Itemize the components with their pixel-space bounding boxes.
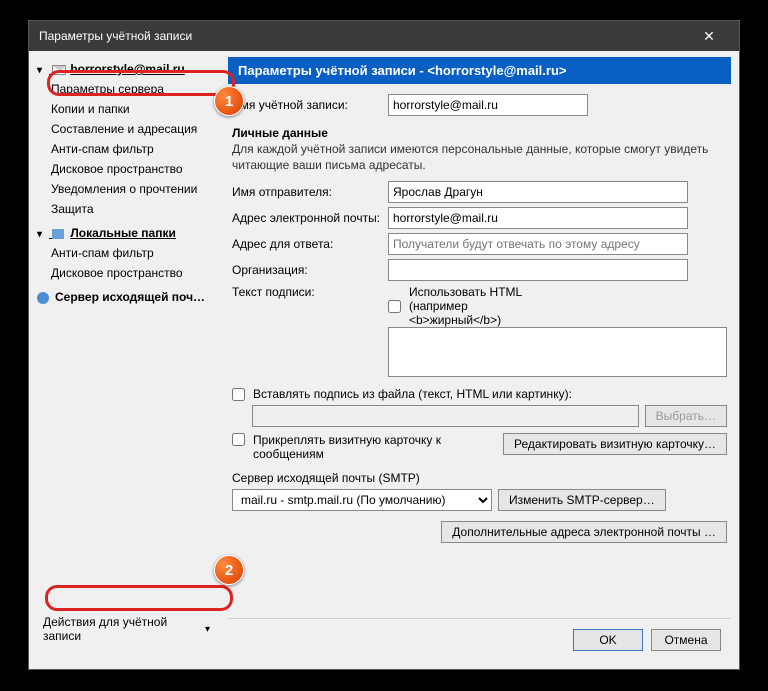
account-actions-button[interactable]: Действия для учётной записи ▾ (39, 613, 214, 645)
mail-icon (52, 65, 66, 75)
sidebar-account-label: horrorstyle@mail.ru (70, 62, 184, 76)
content-header: Параметры учётной записи - <horrorstyle@… (228, 57, 731, 84)
account-settings-window: Параметры учётной записи ✕ horrorstyle@m… (28, 20, 740, 670)
edit-vcard-button[interactable]: Редактировать визитную карточку… (503, 433, 727, 455)
sender-label: Имя отправителя: (232, 185, 382, 199)
dialog-footer: OK Отмена (228, 618, 731, 661)
file-sig-label: Вставлять подпись из файла (текст, HTML … (253, 387, 572, 401)
sidebar-smtp-label: Сервер исходящей поч… (55, 290, 205, 304)
sidebar-item-server[interactable]: Параметры сервера (33, 79, 220, 99)
smtp-select[interactable]: mail.ru - smtp.mail.ru (По умолчанию) (232, 489, 492, 511)
smtp-section-label: Сервер исходящей почты (SMTP) (232, 471, 727, 485)
email-input[interactable] (388, 207, 688, 229)
reply-label: Адрес для ответа: (232, 237, 382, 251)
personal-desc: Для каждой учётной записи имеются персон… (232, 142, 727, 173)
window-title: Параметры учётной записи (39, 29, 689, 43)
org-input[interactable] (388, 259, 688, 281)
vcard-label: Прикреплять визитную карточку к сообщени… (253, 433, 453, 461)
html-checkbox-row[interactable]: Использовать HTML (например <b>жирный</b… (388, 285, 538, 327)
sender-input[interactable] (388, 181, 688, 203)
email-label: Адрес электронной почты: (232, 211, 382, 225)
sidebar-local-disk[interactable]: Дисковое пространство (33, 263, 220, 283)
sidebar-local-folders[interactable]: Локальные папки (33, 223, 220, 243)
extra-emails-button[interactable]: Дополнительные адреса электронной почты … (441, 521, 727, 543)
file-sig-row[interactable]: Вставлять подпись из файла (текст, HTML … (232, 387, 727, 401)
content-pane: Параметры учётной записи - <horrorstyle@… (224, 51, 739, 669)
reply-input[interactable] (388, 233, 688, 255)
sidebar-item-disk[interactable]: Дисковое пространство (33, 159, 220, 179)
sidebar-account-root[interactable]: horrorstyle@mail.ru (33, 59, 220, 79)
cancel-button[interactable]: Отмена (651, 629, 721, 651)
close-button[interactable]: ✕ (689, 21, 729, 51)
edit-smtp-button[interactable]: Изменить SMTP-сервер… (498, 489, 666, 511)
header-prefix: Параметры учётной записи - (238, 63, 427, 78)
chevron-down-icon: ▾ (205, 624, 210, 635)
personal-heading: Личные данные (232, 126, 727, 140)
html-checkbox[interactable] (388, 300, 401, 313)
vcard-checkbox[interactable] (232, 433, 245, 446)
sidebar-item-receipts[interactable]: Уведомления о прочтении (33, 179, 220, 199)
folder-icon (52, 229, 64, 239)
file-sig-path-input (252, 405, 639, 427)
header-email: <horrorstyle@mail.ru> (427, 63, 566, 78)
sidebar-item-security[interactable]: Защита (33, 199, 220, 219)
globe-icon (37, 292, 49, 304)
sidebar-local-label: Локальные папки (70, 226, 176, 240)
account-name-input[interactable] (388, 94, 588, 116)
account-actions-label: Действия для учётной записи (43, 615, 201, 643)
sidebar-local-spam[interactable]: Анти-спам фильтр (33, 243, 220, 263)
signature-textarea[interactable] (388, 327, 727, 377)
titlebar: Параметры учётной записи ✕ (29, 21, 739, 51)
html-checkbox-label: Использовать HTML (например <b>жирный</b… (409, 285, 538, 327)
sig-label: Текст подписи: (232, 285, 382, 299)
ok-button[interactable]: OK (573, 629, 643, 651)
sidebar: horrorstyle@mail.ru Параметры сервера Ко… (29, 51, 224, 669)
browse-button: Выбрать… (645, 405, 727, 427)
vcard-row[interactable]: Прикреплять визитную карточку к сообщени… (232, 433, 497, 461)
org-label: Организация: (232, 263, 382, 277)
sidebar-smtp[interactable]: Сервер исходящей поч… (33, 287, 220, 307)
account-name-label: Имя учётной записи: (232, 98, 382, 112)
file-sig-checkbox[interactable] (232, 388, 245, 401)
sidebar-item-copies[interactable]: Копии и папки (33, 99, 220, 119)
step-bubble-1: 1 (214, 86, 244, 116)
step-bubble-2: 2 (214, 555, 244, 585)
sidebar-item-spam[interactable]: Анти-спам фильтр (33, 139, 220, 159)
sidebar-item-compose[interactable]: Составление и адресация (33, 119, 220, 139)
